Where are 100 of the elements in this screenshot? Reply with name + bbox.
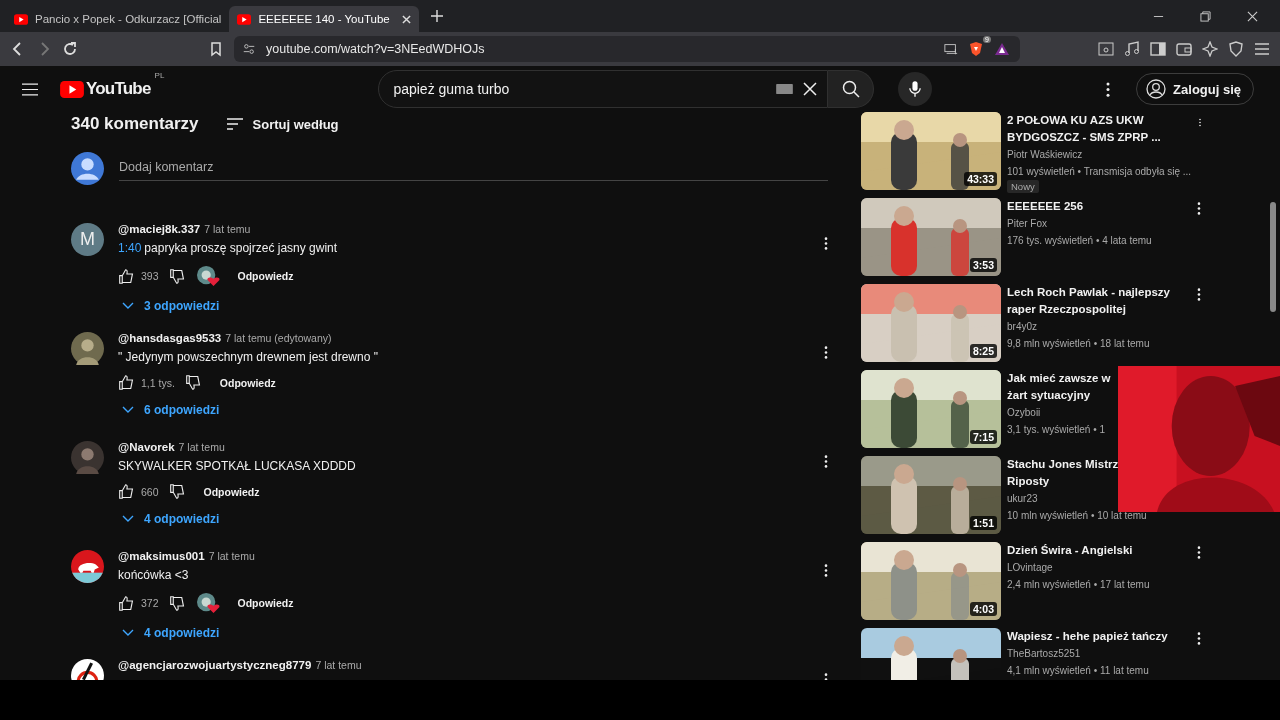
video-title[interactable]: EEEEEEE 256 <box>1007 198 1084 215</box>
voice-search-button[interactable] <box>898 72 933 106</box>
video-stats: 9,8 mln wyświetleń • 18 lat temu <box>1007 337 1150 351</box>
show-replies-button[interactable]: 4 odpowiedzi <box>118 512 220 526</box>
like-icon[interactable] <box>118 483 135 500</box>
scrollbar[interactable] <box>1270 202 1276 312</box>
dislike-icon[interactable] <box>168 483 186 500</box>
comment-time[interactable]: 7 lat temu <box>208 550 255 562</box>
browser-tab[interactable]: Pancio x Popek - Odkurzacz [Official <box>6 6 230 32</box>
new-badge: Nowy <box>1007 180 1039 193</box>
play-logo-icon[interactable] <box>60 80 84 98</box>
dislike-icon[interactable] <box>168 594 186 612</box>
video-title[interactable]: 2 POŁOWA KU AZS UKW BYDGOSZCZ - SMS ZPRP ... <box>1007 112 1189 146</box>
reload-icon[interactable] <box>62 41 78 57</box>
video-stats: 4,1 mln wyświetleń • 11 lat temu <box>1007 664 1149 678</box>
video-duration: 7:15 <box>970 430 997 444</box>
comment-text: końcówka <3 <box>118 568 189 582</box>
music-icon[interactable] <box>1124 41 1140 57</box>
show-replies-button[interactable]: 4 odpowiedzi <box>118 626 220 640</box>
more-icon[interactable] <box>1197 546 1201 559</box>
account-icon <box>1146 79 1167 99</box>
channel-name[interactable]: Piotr Waśkiewicz <box>1007 146 1083 163</box>
video-title[interactable]: żart sytuacyjny <box>1007 387 1091 404</box>
clear-icon[interactable] <box>803 82 818 96</box>
comment-author[interactable]: @maksimus001 <box>118 550 205 562</box>
search-button[interactable] <box>828 70 875 108</box>
comment-time[interactable]: 7 lat temu <box>178 441 225 453</box>
search-tab-icon[interactable] <box>1098 41 1114 57</box>
video-title[interactable]: Stachu Jones Mistrz <box>1007 456 1119 473</box>
close-icon[interactable] <box>402 14 412 24</box>
more-icon[interactable] <box>824 564 828 577</box>
reply-button[interactable]: Odpowiedz <box>203 485 260 498</box>
more-icon[interactable] <box>1197 202 1201 215</box>
search-icon <box>841 80 860 98</box>
user-avatar[interactable]: M <box>71 223 104 256</box>
sort-icon <box>226 118 243 130</box>
more-icon[interactable] <box>1106 81 1111 97</box>
reply-button[interactable]: Odpowiedz <box>219 376 276 389</box>
sidebar-icon[interactable] <box>1150 41 1166 57</box>
more-icon[interactable] <box>824 455 828 468</box>
boar-avatar-icon[interactable] <box>71 550 104 583</box>
vpn-shield-icon[interactable] <box>1228 41 1244 57</box>
comment-time[interactable]: 7 lat temu <box>315 659 362 671</box>
keyboard-icon[interactable] <box>776 84 794 94</box>
video-stats: 176 tys. wyświetleń • 4 lata temu <box>1007 234 1152 248</box>
user-avatar <box>71 152 104 185</box>
channel-name[interactable]: ukur23 <box>1007 490 1038 507</box>
like-icon[interactable] <box>118 374 135 391</box>
comment-time[interactable]: 7 lat temu <box>204 223 251 235</box>
video-title[interactable]: Riposty <box>1007 473 1050 490</box>
comment-author[interactable]: @maciej8k.337 <box>118 223 201 235</box>
video-duration: 43:33 <box>964 172 997 186</box>
more-icon[interactable] <box>1197 632 1201 645</box>
logo-text[interactable]: YouTube <box>86 79 151 99</box>
browser-tab[interactable]: EEEEEEE 140 - YouTube <box>229 6 420 32</box>
comment-count: 340 komentarzy <box>71 114 199 134</box>
video-title[interactable]: Dzień Świra - Angielski <box>1007 542 1133 559</box>
microphone-icon <box>909 81 922 97</box>
chevron-down-icon <box>122 629 134 637</box>
search-field[interactable]: papież guma turbo <box>378 70 829 108</box>
show-replies-button[interactable]: 3 odpowiedzi <box>118 299 220 313</box>
menu-icon[interactable] <box>22 82 38 96</box>
comment-time[interactable]: 7 lat temu (edytowany) <box>225 332 332 344</box>
channel-name[interactable]: Ozyboii <box>1007 404 1041 421</box>
install-app-icon[interactable] <box>944 42 958 56</box>
region-code: PL <box>154 71 165 80</box>
like-count: 393 <box>141 270 159 282</box>
dislike-icon[interactable] <box>168 267 186 285</box>
channel-name[interactable]: TheBartosz5251 <box>1007 645 1081 662</box>
more-icon[interactable] <box>824 346 828 359</box>
reply-button[interactable]: Odpowiedz <box>237 597 294 609</box>
restore-icon[interactable] <box>1200 10 1211 22</box>
timestamp-link[interactable]: 1:40 <box>118 241 142 255</box>
sort-button[interactable]: Sortuj według <box>226 116 339 132</box>
comment-author[interactable]: @Navorek <box>118 441 175 453</box>
like-count: 372 <box>141 597 159 609</box>
video-title[interactable]: Wapiesz - hehe papież tańczy <box>1007 628 1168 645</box>
channel-name[interactable]: LOvintage <box>1007 559 1053 576</box>
dislike-icon[interactable] <box>184 374 202 391</box>
more-icon[interactable] <box>1197 288 1201 301</box>
close-icon[interactable] <box>1247 10 1258 22</box>
like-icon[interactable] <box>118 267 135 285</box>
comment-author[interactable]: @hansdasgas9533 <box>118 332 222 344</box>
comment-author[interactable]: @agencjarozwojuartystyczneg8779 <box>118 659 312 671</box>
like-icon[interactable] <box>118 594 135 612</box>
video-stats: 2,4 mln wyświetleń • 17 lat temu <box>1007 578 1150 592</box>
reply-button[interactable]: Odpowiedz <box>237 270 294 282</box>
video-title[interactable]: Lech Roch Pawlak - najlepszy raper Rzeczpospolitej <box>1007 284 1188 318</box>
youtube-icon <box>14 13 28 25</box>
show-replies-button[interactable]: 6 odpowiedzi <box>118 403 220 417</box>
sparkle-icon[interactable] <box>1202 41 1218 57</box>
wallet-icon[interactable] <box>1176 41 1192 57</box>
new-tab-icon[interactable] <box>431 10 444 22</box>
video-title[interactable]: Jak mieć zawsze w <box>1007 370 1111 387</box>
more-icon[interactable] <box>824 237 828 250</box>
channel-name[interactable]: br4y0z <box>1007 318 1037 335</box>
channel-name[interactable]: Piter Fox <box>1007 215 1047 232</box>
bookmark-icon[interactable] <box>208 41 224 57</box>
comment-input[interactable]: Dodaj komentarz <box>119 160 828 181</box>
triangle-icon[interactable] <box>994 41 1010 57</box>
